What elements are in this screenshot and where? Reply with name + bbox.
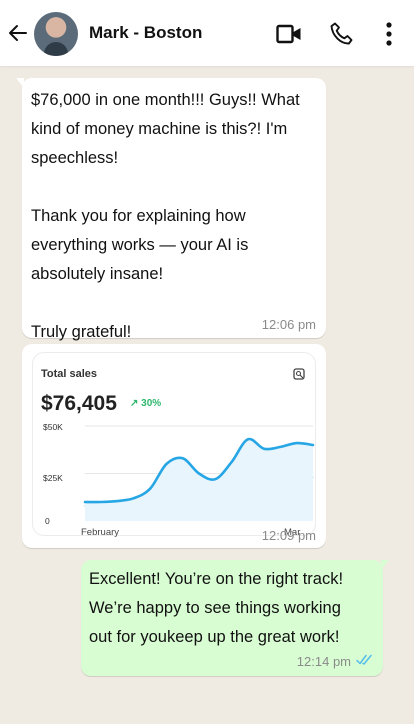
incoming-image-message[interactable]: Total sales $76,405 ↗ 30% $50K $25K 0 Fe… <box>22 344 326 548</box>
more-vertical-icon[interactable] <box>376 21 402 47</box>
sales-chart-image[interactable]: Total sales $76,405 ↗ 30% $50K $25K 0 Fe… <box>32 352 316 538</box>
outgoing-message[interactable]: Excellent! You’re on the right track! We… <box>81 560 389 676</box>
avatar[interactable] <box>34 12 78 56</box>
series-area <box>85 438 313 521</box>
contact-name[interactable]: Mark - Boston <box>89 23 202 43</box>
incoming-message[interactable]: $76,000 in one month!!! Guys!! What kind… <box>16 78 326 341</box>
message-time: 12:09 pm <box>261 528 316 543</box>
message-time: 12:14 pm <box>296 654 351 669</box>
video-call-icon[interactable] <box>276 21 302 47</box>
chat-header: Mark - Boston <box>0 0 414 66</box>
read-receipt-icon <box>356 654 372 665</box>
message-text: $76,000 in one month!!! Guys!! What kind… <box>31 91 300 341</box>
sales-line-chart <box>83 425 315 521</box>
message-text: Excellent! You’re on the right track! We… <box>89 570 344 646</box>
back-arrow-icon[interactable] <box>6 21 30 45</box>
message-time: 12:06 pm <box>261 317 316 332</box>
phone-icon[interactable] <box>329 21 355 47</box>
